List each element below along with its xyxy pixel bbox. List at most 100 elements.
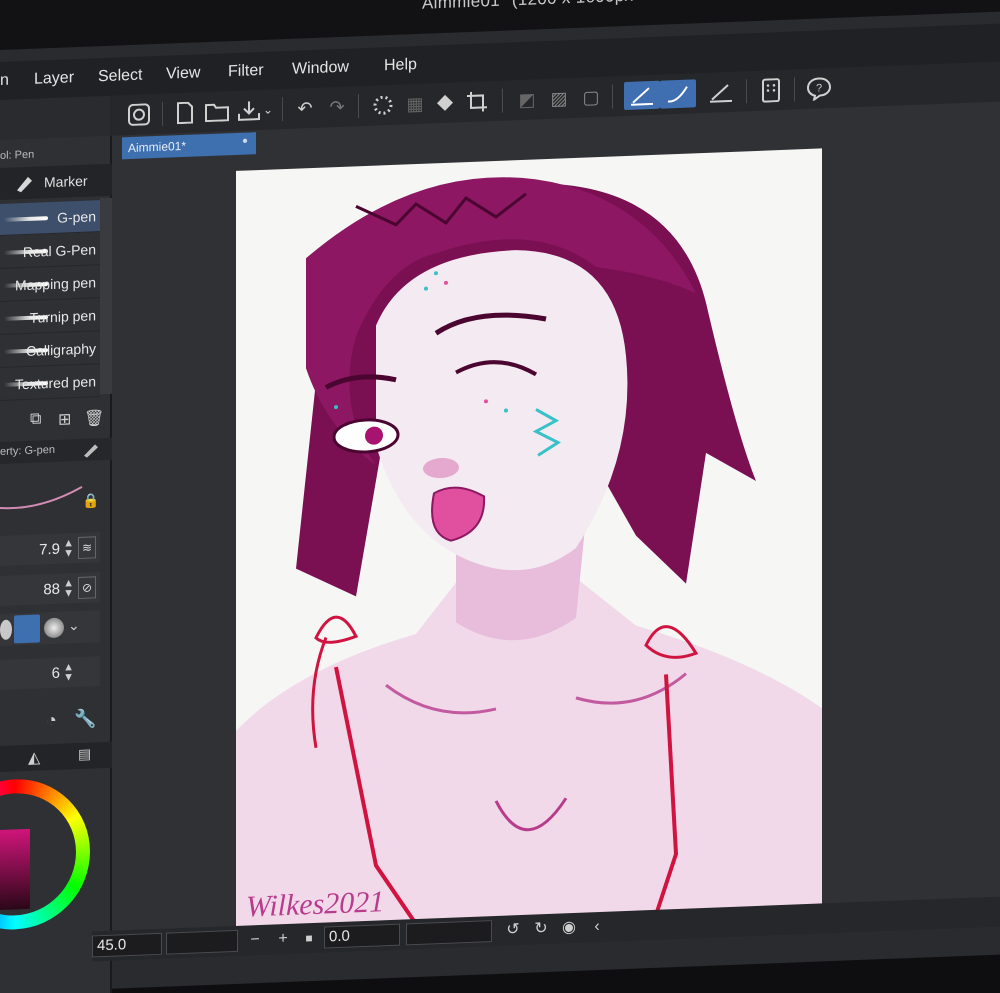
rotate-left-icon[interactable]: ↺ <box>502 919 524 942</box>
anti-alias-high[interactable] <box>44 617 64 639</box>
drawing-canvas[interactable]: Wilkes2021 <box>236 148 822 931</box>
reset-rotation-icon[interactable]: ◉ <box>558 917 580 940</box>
stepper-icon[interactable]: ▲ ▼ <box>63 577 74 599</box>
wrench-icon[interactable]: 🔧 <box>74 708 96 730</box>
sub-tool-panel: ol: Pen Marker G-pen Real G-Pen Mapping … <box>0 135 112 993</box>
frame-icon[interactable]: ▢ <box>576 83 606 112</box>
menu-item-layer[interactable]: Layer <box>34 69 74 89</box>
stabilization-field[interactable]: 6 ▲ ▼ <box>0 656 100 690</box>
brush-label: Real G-Pen <box>22 241 96 261</box>
marker-icon <box>17 176 32 193</box>
zoom-out-icon[interactable]: − <box>244 929 266 952</box>
brush-item-textured-pen[interactable]: Textured pen <box>0 365 100 401</box>
menu-item-help[interactable]: Help <box>384 56 417 75</box>
fit-icon[interactable]: ■ <box>298 927 320 950</box>
document-tab[interactable]: Aimmie01* ● <box>122 132 256 160</box>
pen-stroke-icon[interactable] <box>624 80 660 111</box>
app-logo-icon[interactable] <box>124 100 154 129</box>
duplicate-subtool-icon[interactable]: ⊞ <box>58 409 71 430</box>
trash-icon[interactable]: 🗑 <box>84 408 104 429</box>
transparency-icon[interactable]: ▨ <box>544 84 574 113</box>
rotate-right-icon[interactable]: ↻ <box>530 918 552 941</box>
device-icon[interactable] <box>756 76 786 105</box>
opacity-field[interactable]: 88 ▲ ▼ ⊘ <box>0 572 100 606</box>
sub-tool-panel-label: ol: Pen <box>0 148 35 162</box>
tab-marker[interactable]: Marker <box>0 163 112 200</box>
brush-item-real-g-pen[interactable]: Real G-Pen <box>0 233 100 269</box>
close-icon[interactable]: ● <box>242 135 248 146</box>
anti-alias-selector[interactable]: ⌄ <box>0 610 100 646</box>
stabilization-value: 6 <box>51 664 60 683</box>
zoom-slider[interactable] <box>166 929 238 955</box>
stepper-icon[interactable]: ▲ ▼ <box>63 537 74 559</box>
brush-label: Turnip pen <box>29 307 96 326</box>
stepper-icon[interactable]: ▲ ▼ <box>63 661 74 683</box>
open-folder-icon[interactable] <box>202 97 232 126</box>
hide-selection-icon[interactable]: ◩ <box>512 85 542 114</box>
color-set-icon[interactable]: ◭ <box>28 747 40 767</box>
settings-icon[interactable]: ◔ <box>46 710 57 731</box>
panel-menu-icon[interactable]: ▤ <box>78 745 91 763</box>
brush-list-scrollbar[interactable] <box>100 197 112 395</box>
brush-item-mapping-pen[interactable]: Mapping pen <box>0 266 100 302</box>
anti-alias-low[interactable] <box>14 614 40 644</box>
brush-label: Textured pen <box>15 373 96 393</box>
rotation-slider[interactable] <box>406 920 492 946</box>
menu-item-filter[interactable]: Filter <box>228 62 264 81</box>
brush-preview <box>4 216 48 222</box>
zoom-field[interactable]: 45.0 <box>92 932 162 958</box>
brush-label: G-pen <box>57 208 96 226</box>
opacity-value: 88 <box>43 580 60 599</box>
color-panel-tabs: ◭ ▤ <box>0 741 112 772</box>
opacity-dynamics-icon[interactable]: ⊘ <box>78 576 96 600</box>
anti-alias-none[interactable] <box>0 619 12 640</box>
menu-item-animation[interactable]: n <box>0 72 9 90</box>
canvas-workspace: Aimmie01* ● Wilkes2021 <box>112 101 1000 956</box>
tool-property-header: erty: G-pen <box>0 437 112 464</box>
spinner-icon[interactable] <box>368 91 398 120</box>
brush-item-turnip-pen[interactable]: Turnip pen <box>0 299 100 335</box>
undo-icon[interactable]: ↶ <box>290 94 320 123</box>
separator <box>162 101 163 126</box>
menu-item-window[interactable]: Window <box>292 59 349 79</box>
brush-size-field[interactable]: 7.9 ▲ ▼ ≋ <box>0 532 100 566</box>
separator <box>282 97 283 122</box>
menu-item-view[interactable]: View <box>166 64 200 83</box>
screen: Aimmie01* (1200 x 1600px n Layer Select … <box>0 0 1000 993</box>
redo-icon[interactable]: ↷ <box>322 92 352 121</box>
tab-marker-label: Marker <box>44 172 88 191</box>
brush-size-value: 7.9 <box>39 540 60 559</box>
document-tab-label: Aimmie01* <box>128 138 187 156</box>
copy-subtool-icon[interactable]: ⧉ <box>30 410 41 428</box>
separator <box>502 88 503 113</box>
color-saturation-square[interactable] <box>0 828 30 910</box>
brush-label: Calligraphy <box>25 340 96 360</box>
artist-signature: Wilkes2021 <box>246 885 384 923</box>
help-icon[interactable]: ? <box>804 74 834 103</box>
brush-stroke-icon[interactable] <box>660 79 696 109</box>
rotation-field[interactable]: 0.0 <box>324 923 400 949</box>
artwork-illustration: Wilkes2021 <box>236 177 822 931</box>
tool-property-label: erty: G-pen <box>0 443 56 458</box>
chevron-down-icon[interactable]: ⌄ <box>260 95 276 124</box>
menu-item-select[interactable]: Select <box>98 67 142 87</box>
clear-layer-icon[interactable]: ▦ <box>400 89 430 118</box>
chevron-down-icon[interactable]: ⌄ <box>68 617 80 634</box>
svg-text:?: ? <box>816 82 822 94</box>
stabilizer-icon[interactable] <box>704 78 738 107</box>
separator <box>794 77 795 102</box>
window-title: Aimmie01* (1200 x 1600px <box>422 0 633 14</box>
fill-bucket-icon[interactable] <box>430 88 460 117</box>
pencil-icon[interactable] <box>82 441 100 458</box>
zoom-in-icon[interactable]: + <box>272 928 294 951</box>
brush-item-g-pen[interactable]: G-pen <box>0 200 100 236</box>
brush-item-calligraphy[interactable]: Calligraphy <box>0 332 100 368</box>
separator <box>746 79 747 104</box>
crop-icon[interactable] <box>462 87 492 116</box>
new-file-icon[interactable] <box>170 98 200 127</box>
separator <box>358 94 359 119</box>
lock-icon[interactable]: 🔒 <box>82 492 99 510</box>
size-dynamics-icon[interactable]: ≋ <box>78 536 96 560</box>
separator <box>612 84 613 109</box>
chevron-left-icon[interactable]: ‹ <box>586 916 608 939</box>
